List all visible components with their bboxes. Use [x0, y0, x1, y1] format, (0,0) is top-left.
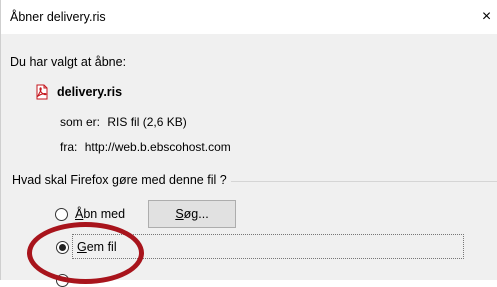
file-type-row: som er: RIS fil (2,6 KB) — [60, 115, 187, 129]
save-file-label-rest: em fil — [86, 239, 117, 254]
search-app-button[interactable]: Søg... — [148, 200, 236, 228]
save-file-label[interactable]: Gem fil — [72, 234, 464, 259]
save-file-radio[interactable] — [56, 241, 69, 254]
search-button-mnemonic: S — [175, 207, 184, 221]
file-source-row: fra: http://web.b.ebscohost.com — [60, 140, 231, 154]
action-group-title: Hvad skal Firefox gøre med denne fil ? — [8, 173, 231, 187]
file-type-label: som er: — [60, 115, 101, 129]
close-icon: × — [481, 8, 492, 25]
file-row: delivery.ris — [34, 82, 122, 102]
search-button-label-rest: øg... — [183, 207, 209, 221]
close-button[interactable]: × — [475, 4, 497, 30]
open-with-label[interactable]: Åbn med — [75, 207, 125, 221]
file-type-value: RIS fil (2,6 KB) — [107, 115, 187, 129]
save-file-mnemonic: G — [77, 239, 87, 254]
action-group — [24, 181, 497, 280]
window-title: Åbner delivery.ris — [10, 10, 106, 24]
open-file-dialog: Åbner delivery.ris × Du har valgt at åbn… — [0, 0, 497, 287]
file-source-label: fra: — [60, 140, 78, 154]
file-name: delivery.ris — [57, 85, 123, 99]
open-with-label-rest: bn med — [83, 207, 126, 221]
file-source-value: http://web.b.ebscohost.com — [84, 140, 231, 154]
intro-text: Du har valgt at åbne: — [10, 55, 127, 69]
title-bar: Åbner delivery.ris × — [1, 0, 497, 34]
partial-option-radio[interactable] — [56, 274, 69, 287]
open-with-radio[interactable] — [55, 208, 68, 221]
pdf-file-icon — [36, 84, 48, 100]
